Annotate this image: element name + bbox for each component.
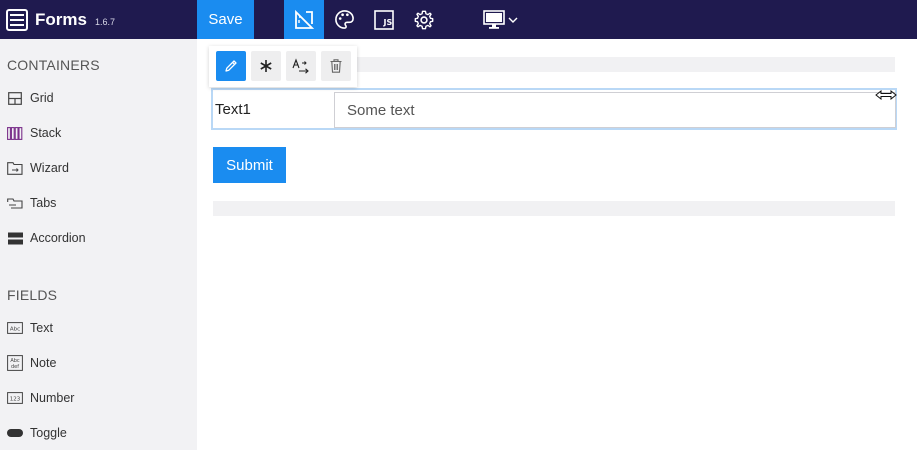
toolbox-item-label: Toggle [30,426,67,440]
grid-icon [7,91,23,105]
selected-text-field[interactable]: Text1 [211,88,897,130]
toolbox-item-label: Wizard [30,161,69,175]
app-version: 1.6.7 [94,17,115,27]
wizard-icon [7,161,23,175]
toolbox-item-tabs[interactable]: Tabs [7,193,56,213]
number-field-icon: 123 [7,391,23,405]
toggle-field-icon [7,426,23,440]
field-label: Text1 [215,101,251,118]
field-toolbar [209,46,357,87]
toolbox-item-toggle[interactable]: Toggle [7,423,67,443]
svg-text:def: def [11,364,19,370]
note-field-icon: Abc def [7,355,23,371]
number-field-glyph: 123 [10,396,21,402]
theme-button[interactable] [330,0,358,39]
tabs-icon [7,196,23,210]
asterisk-icon [260,60,272,72]
monitor-icon [482,9,505,29]
drop-zone-bottom[interactable] [213,201,895,216]
toolbox-sidebar: CONTAINERS Grid Stack Wizard Tabs Accord… [0,39,197,450]
text1-input[interactable] [334,92,896,128]
toolbox-item-accordion[interactable]: Accordion [7,228,86,248]
toolbox-item-grid[interactable]: Grid [7,88,54,108]
palette-icon [334,10,354,29]
toolbox-item-wizard[interactable]: Wizard [7,158,69,178]
save-button[interactable]: Save [197,0,254,39]
toolbox-item-label: Grid [30,91,54,105]
text-field-icon: Abc [7,321,23,335]
app-title: Forms [35,9,87,29]
text-field-glyph: Abc [10,326,20,332]
delete-field-button[interactable] [321,51,351,81]
js-icon: JS [374,9,394,30]
chevron-down-icon [508,17,517,23]
toolbox-item-number[interactable]: 123 Number [7,388,74,408]
rename-icon [292,58,309,74]
fields-section-title: FIELDS [7,287,58,303]
rename-field-button[interactable] [286,51,316,81]
pencil-icon [225,60,237,72]
brand: Forms 1.6.7 [6,0,115,39]
toolbox-item-text[interactable]: Abc Text [7,318,53,338]
stack-icon [7,126,23,140]
gear-icon [414,10,434,29]
forms-logo-icon [6,8,28,31]
toolbox-item-stack[interactable]: Stack [7,123,61,143]
top-bar: Forms 1.6.7 Save JS [0,0,917,39]
toolbox-item-label: Number [30,391,75,405]
device-selector[interactable] [478,0,522,39]
toolbox-item-label: Stack [30,126,62,140]
settings-button[interactable] [410,0,438,39]
toolbox-item-label: Text [30,321,53,335]
submit-button[interactable]: Submit [213,147,286,183]
toolbox-item-label: Tabs [30,196,57,210]
horizontal-resize-icon [875,90,897,100]
resize-handle[interactable] [875,88,897,102]
edit-field-button[interactable] [216,51,246,81]
required-toggle-button[interactable] [251,51,281,81]
containers-section-title: CONTAINERS [7,57,100,73]
trash-icon [330,59,342,73]
toolbox-item-label: Accordion [30,231,86,245]
accordion-icon [7,231,23,245]
toolbox-item-note[interactable]: Abc def Note [7,353,56,373]
js-label: JS [383,18,393,27]
designer-mode-button[interactable] [284,0,324,39]
toolbox-item-label: Note [30,356,57,370]
js-button[interactable]: JS [370,0,398,39]
ruler-pencil-icon [295,9,315,29]
